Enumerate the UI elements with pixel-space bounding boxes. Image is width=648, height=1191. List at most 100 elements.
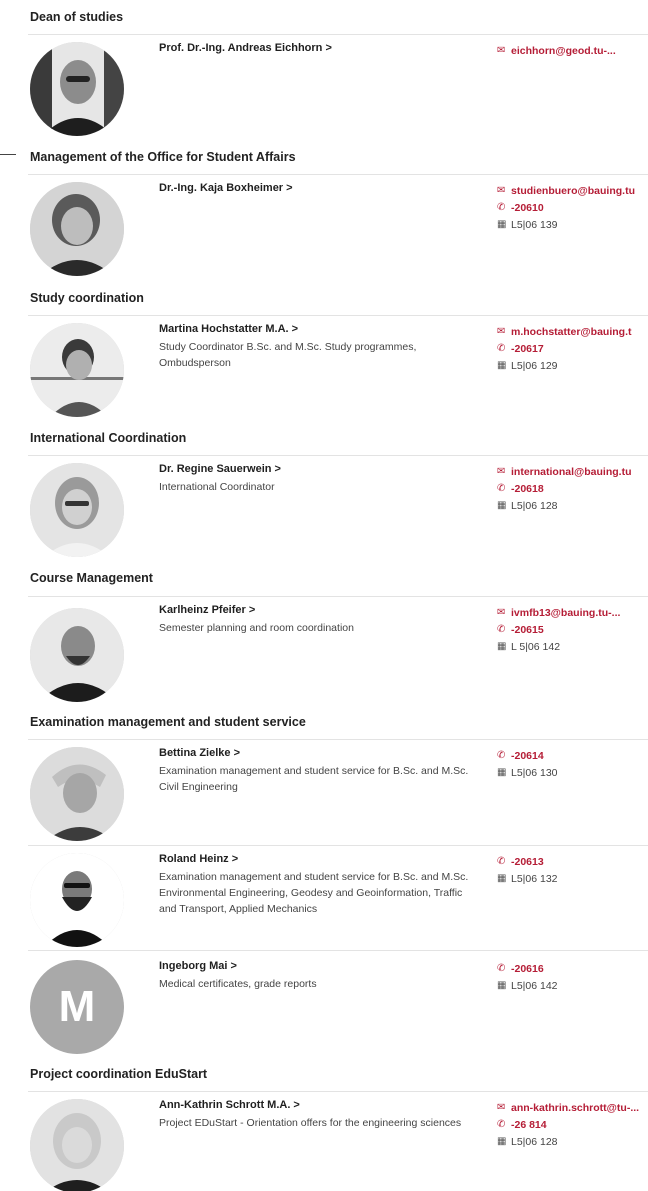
phone-icon: ✆ [497, 1119, 506, 1130]
person-role: Examination management and student servi… [159, 871, 469, 915]
room-number: L 5|06 142 [511, 640, 561, 653]
phone-link[interactable]: -20617 [511, 343, 544, 355]
room-row: ▦ L 5|06 142 [497, 638, 648, 655]
phone-icon: ✆ [497, 202, 506, 213]
section-heading-course-management: Course Management [30, 571, 153, 585]
room-number: L5|06 132 [511, 872, 558, 885]
email-link[interactable]: studienbuero@bauing.tu [511, 185, 635, 197]
avatar [30, 853, 124, 947]
room-number: L5|06 128 [511, 1135, 558, 1148]
portrait-photo [30, 42, 124, 136]
divider [28, 739, 648, 740]
phone-link[interactable]: -20610 [511, 202, 544, 214]
phone-link[interactable]: -20615 [511, 624, 544, 636]
phone-link[interactable]: -20618 [511, 483, 544, 495]
portrait-photo [30, 747, 124, 841]
email-link[interactable]: international@bauing.tu [511, 466, 631, 478]
building-icon: ▦ [497, 980, 507, 991]
email-link[interactable]: ann-kathrin.schrott@tu-... [511, 1102, 639, 1114]
person-name-link[interactable]: Karlheinz Pfeifer > [159, 604, 255, 616]
building-icon: ▦ [497, 767, 507, 778]
email-link[interactable]: ivmfb13@bauing.tu-... [511, 607, 620, 619]
phone-row: ✆ -26 814 [497, 1116, 648, 1133]
phone-link[interactable]: -20616 [511, 963, 544, 975]
room-number: L5|06 128 [511, 499, 558, 512]
person-role: Semester planning and room coordination [159, 622, 354, 634]
building-icon: ▦ [497, 360, 507, 371]
room-row: ▦ L5|06 142 [497, 977, 648, 994]
contacts-page: Dean of studies Prof. Dr.-Ing. Andreas E… [0, 0, 648, 1191]
building-icon: ▦ [497, 219, 507, 230]
person-name-link[interactable]: Dr. Regine Sauerwein > [159, 463, 281, 475]
mail-icon: ✉ [497, 185, 506, 196]
avatar: M [30, 960, 124, 1054]
phone-link[interactable]: -20613 [511, 856, 544, 868]
phone-link[interactable]: -26 814 [511, 1119, 547, 1131]
email-row: ✉ eichhorn@geod.tu-... [497, 42, 648, 59]
phone-icon: ✆ [497, 856, 506, 867]
contact-block: ✆ -20614 ▦ L5|06 130 [497, 747, 648, 781]
contact-block: ✉ eichhorn@geod.tu-... [497, 42, 648, 59]
room-number: L5|06 142 [511, 979, 558, 992]
building-icon: ▦ [497, 641, 507, 652]
mail-icon: ✉ [497, 466, 506, 477]
room-row: ▦ L5|06 129 [497, 357, 648, 374]
room-number: L5|06 139 [511, 218, 558, 231]
contact-block: ✉ studienbuero@bauing.tu ✆ -20610 ▦ L5|0… [497, 182, 648, 233]
avatar [30, 182, 124, 276]
phone-row: ✆ -20618 [497, 480, 648, 497]
person-name-link[interactable]: Martina Hochstatter M.A. > [159, 323, 298, 335]
phone-row: ✆ -20615 [497, 621, 648, 638]
person-role: Study Coordinator B.Sc. and M.Sc. Study … [159, 341, 417, 369]
avatar [30, 747, 124, 841]
portrait-photo [30, 853, 124, 947]
section-heading-dean: Dean of studies [30, 10, 124, 24]
email-row: ✉ studienbuero@bauing.tu [497, 182, 648, 199]
person-name-link[interactable]: Dr.-Ing. Kaja Boxheimer > [159, 182, 293, 194]
avatar-initial: M [30, 960, 124, 1054]
divider [28, 315, 648, 316]
phone-row: ✆ -20616 [497, 960, 648, 977]
portrait-photo [30, 323, 124, 417]
email-row: ✉ ivmfb13@bauing.tu-... [497, 604, 648, 621]
person-name-link[interactable]: Prof. Dr.-Ing. Andreas Eichhorn > [159, 42, 332, 54]
divider [28, 950, 648, 951]
portrait-photo [30, 182, 124, 276]
avatar [30, 608, 124, 702]
portrait-photo [30, 463, 124, 557]
divider [28, 174, 648, 175]
mail-icon: ✉ [497, 45, 506, 56]
email-link[interactable]: eichhorn@geod.tu-... [511, 45, 616, 57]
divider [28, 455, 648, 456]
side-marker [0, 154, 16, 155]
phone-link[interactable]: -20614 [511, 750, 544, 762]
avatar [30, 463, 124, 557]
phone-icon: ✆ [497, 343, 506, 354]
section-heading-study-coordination: Study coordination [30, 291, 144, 305]
avatar [30, 42, 124, 136]
phone-icon: ✆ [497, 624, 506, 635]
person-role: International Coordinator [159, 481, 275, 493]
room-row: ▦ L5|06 128 [497, 1133, 648, 1150]
person-name-link[interactable]: Ingeborg Mai > [159, 960, 237, 972]
mail-icon: ✉ [497, 326, 506, 337]
avatar [30, 1099, 124, 1191]
contact-block: ✉ m.hochstatter@bauing.t ✆ -20617 ▦ L5|0… [497, 323, 648, 374]
divider [28, 596, 648, 597]
person-name-link[interactable]: Bettina Zielke > [159, 747, 240, 759]
avatar [30, 323, 124, 417]
person-name-link[interactable]: Ann-Kathrin Schrott M.A. > [159, 1099, 300, 1111]
room-number: L5|06 130 [511, 766, 558, 779]
room-row: ▦ L5|06 128 [497, 497, 648, 514]
person-name-link[interactable]: Roland Heinz > [159, 853, 238, 865]
contact-block: ✉ international@bauing.tu ✆ -20618 ▦ L5|… [497, 463, 648, 514]
email-row: ✉ m.hochstatter@bauing.t [497, 323, 648, 340]
contact-block: ✆ -20613 ▦ L5|06 132 [497, 853, 648, 887]
section-heading-examination-management: Examination management and student servi… [30, 715, 306, 729]
room-row: ▦ L5|06 130 [497, 764, 648, 781]
contact-block: ✆ -20616 ▦ L5|06 142 [497, 960, 648, 994]
section-heading-office-management: Management of the Office for Student Aff… [30, 150, 296, 164]
email-link[interactable]: m.hochstatter@bauing.t [511, 326, 632, 338]
phone-row: ✆ -20614 [497, 747, 648, 764]
room-row: ▦ L5|06 139 [497, 216, 648, 233]
